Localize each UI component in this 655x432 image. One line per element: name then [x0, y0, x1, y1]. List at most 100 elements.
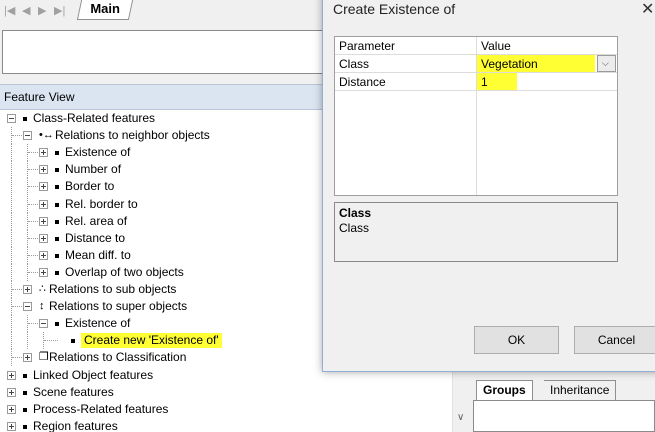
- super-objects-icon: ↕: [39, 300, 45, 313]
- tree-item-label: Create new 'Existence of': [81, 333, 222, 349]
- prev-tab-icon[interactable]: ◀: [22, 5, 30, 17]
- header-value: Value: [481, 39, 511, 53]
- collapse-icon[interactable]: [39, 319, 48, 329]
- tree-connector: [11, 195, 12, 213]
- grid-row-class[interactable]: Class Vegetation ⌵: [335, 55, 617, 73]
- tree-item-label: Linked Object features: [33, 367, 154, 382]
- expand-icon[interactable]: [39, 182, 48, 192]
- create-existence-dialog: Create Existence of ✕ Parameter Value Cl…: [322, 0, 655, 372]
- tree-item-label: Existence of: [65, 316, 131, 331]
- parameter-grid: Parameter Value Class Vegetation ⌵ Dista…: [334, 36, 618, 196]
- tab-groups[interactable]: Groups: [476, 380, 533, 400]
- next-tab-icon[interactable]: ▶: [38, 5, 46, 17]
- tree-connector: [44, 340, 58, 342]
- tree-item-label: Relations to super objects: [49, 299, 188, 314]
- param-class-label: Class: [339, 57, 370, 71]
- cancel-button[interactable]: Cancel: [574, 326, 655, 354]
- tree-item-label: Region features: [33, 418, 118, 432]
- bullet-icon: [55, 270, 59, 275]
- grid-header-row: Parameter Value: [335, 37, 617, 55]
- bullet-icon: [55, 236, 59, 241]
- classification-icon: ❐: [39, 351, 49, 364]
- bullet-icon: [23, 117, 27, 121]
- tree-item-label: Process-Related features: [33, 401, 169, 416]
- tree-item-label: Mean diff. to: [65, 247, 131, 262]
- tree-item[interactable]: Scene features: [0, 384, 452, 401]
- ok-button[interactable]: OK: [474, 326, 559, 354]
- close-icon[interactable]: ✕: [641, 0, 654, 19]
- tree-item[interactable]: Process-Related features: [0, 401, 452, 418]
- collapse-icon[interactable]: [23, 131, 32, 141]
- tree-item-label: Rel. border to: [65, 196, 138, 211]
- tree-connector: [11, 263, 12, 281]
- bullet-icon: [23, 373, 27, 378]
- collapse-icon[interactable]: [23, 302, 32, 312]
- tree-connector: [11, 212, 12, 230]
- tree-connector: [11, 229, 12, 247]
- chevron-down-icon: ⌵: [602, 58, 609, 68]
- bullet-icon: [55, 168, 59, 173]
- expand-icon[interactable]: [39, 267, 48, 277]
- description-title: Class: [339, 206, 372, 220]
- tree-item-label: Relations to neighbor objects: [55, 128, 210, 143]
- bullet-icon: [71, 339, 75, 344]
- expand-icon[interactable]: [39, 165, 48, 175]
- bullet-icon: [23, 407, 27, 412]
- expand-icon[interactable]: [23, 285, 32, 294]
- grid-row-distance[interactable]: Distance 1: [335, 73, 617, 91]
- tree-connector: [11, 315, 12, 333]
- bullet-icon: [55, 219, 59, 224]
- neighbor-icon: •↔: [39, 129, 54, 142]
- bullet-icon: [55, 322, 59, 327]
- tree-item-label: Class-Related features: [33, 111, 156, 125]
- tab-main[interactable]: Main: [76, 0, 133, 20]
- param-distance-label: Distance: [339, 75, 386, 89]
- class-value-select[interactable]: Vegetation: [477, 55, 595, 72]
- expand-icon[interactable]: [7, 421, 16, 431]
- distance-value-field[interactable]: 1: [477, 73, 517, 90]
- first-tab-icon[interactable]: |◀: [4, 5, 15, 17]
- expand-icon[interactable]: [7, 404, 16, 414]
- description-box: Class Class: [334, 202, 618, 262]
- last-tab-icon[interactable]: ▶|: [54, 5, 65, 17]
- expand-icon[interactable]: [39, 250, 48, 260]
- bullet-icon: [55, 151, 59, 156]
- tree-item-label: Relations to sub objects: [49, 282, 177, 296]
- bullet-icon: [23, 390, 27, 395]
- tree-item-label: Scene features: [33, 384, 114, 399]
- sub-objects-icon: ∴: [39, 283, 46, 295]
- tree-item-label: Rel. area of: [65, 213, 128, 228]
- tree-item-label: Relations to Classification: [49, 350, 187, 365]
- tree-item-label: Overlap of two objects: [65, 264, 184, 279]
- expand-icon[interactable]: [39, 233, 48, 243]
- tree-item-label: Border to: [65, 179, 115, 194]
- expand-icon[interactable]: [7, 370, 16, 380]
- tree-connector: [27, 332, 28, 350]
- scroll-down-icon[interactable]: ∨: [457, 412, 464, 423]
- tree-item-label: Existence of: [65, 145, 131, 160]
- bullet-icon: [55, 185, 59, 190]
- bullet-icon: [23, 424, 27, 429]
- expand-icon[interactable]: [39, 216, 48, 226]
- tree-connector: [11, 178, 12, 196]
- expand-icon[interactable]: [23, 353, 32, 363]
- tree-item[interactable]: Region features: [0, 418, 452, 432]
- class-dropdown-button[interactable]: ⌵: [597, 55, 616, 72]
- tree-connector: [11, 161, 12, 179]
- bullet-icon: [55, 253, 59, 258]
- groups-content: [473, 400, 655, 432]
- tree-item-label: Number of: [65, 162, 122, 177]
- tab-inheritance[interactable]: Inheritance: [544, 380, 617, 400]
- tree-connector: [11, 246, 12, 264]
- collapse-icon[interactable]: [7, 114, 16, 123]
- expand-icon[interactable]: [7, 387, 16, 397]
- dialog-title: Create Existence of: [333, 1, 456, 17]
- expand-icon[interactable]: [39, 199, 48, 209]
- expand-icon[interactable]: [39, 148, 48, 158]
- tree-connector: [11, 144, 12, 162]
- tree-item-label: Distance to: [65, 230, 126, 245]
- bullet-icon: [55, 202, 59, 207]
- description-text: Class: [339, 221, 370, 235]
- header-parameter: Parameter: [339, 39, 396, 53]
- tree-connector: [11, 332, 12, 350]
